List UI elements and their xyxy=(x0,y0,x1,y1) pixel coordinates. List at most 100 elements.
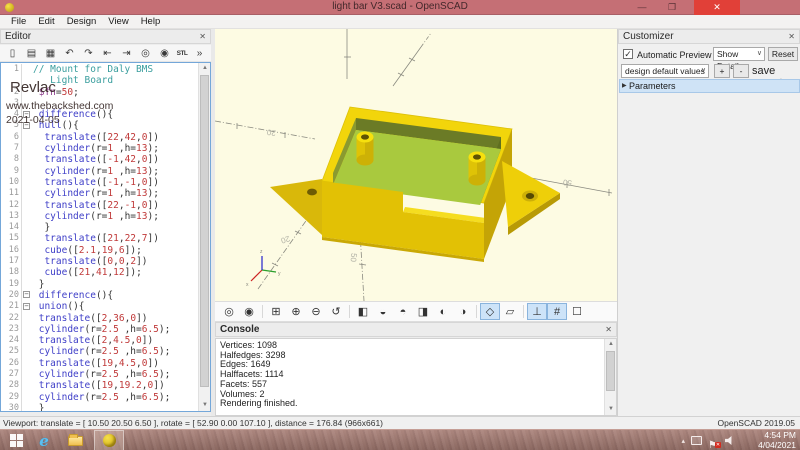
console-output[interactable]: Vertices: 1098Halfedges: 3298Edges: 1649… xyxy=(215,338,617,416)
menu-view[interactable]: View xyxy=(102,15,134,29)
code-editor[interactable]: 1// Mount for Daly BMS Light Board2 $fn=… xyxy=(0,62,211,412)
zoom-out-button[interactable]: ⊖ xyxy=(306,303,326,320)
scroll-down-icon[interactable]: ▼ xyxy=(605,404,617,415)
code-line[interactable]: 25 cylinder(r=2.5 ,h=6.5); xyxy=(1,346,197,357)
redo-button[interactable]: ↷ xyxy=(79,46,98,61)
render-button[interactable]: ◉ xyxy=(239,303,259,320)
reset-button[interactable]: Reset xyxy=(768,47,798,61)
code-line[interactable]: 2 $fn=50; xyxy=(1,87,197,98)
indent-button[interactable]: ⇥ xyxy=(117,46,136,61)
open-file-button[interactable]: ▤ xyxy=(22,46,41,61)
code-line[interactable]: 5− hull(){ xyxy=(1,120,197,131)
zoom-all-button[interactable]: ⊞ xyxy=(266,303,286,320)
code-line[interactable]: 20− difference(){ xyxy=(1,290,197,301)
code-line[interactable]: 24 translate([2,4.5,0]) xyxy=(1,335,197,346)
code-line[interactable]: 3 xyxy=(1,98,197,109)
export-stl-button[interactable]: STL xyxy=(174,46,190,61)
add-preset-button[interactable]: + xyxy=(714,64,730,78)
customizer-panel-header[interactable]: Customizer ✕ xyxy=(618,29,800,44)
scroll-down-icon[interactable]: ▼ xyxy=(199,400,211,411)
code-line[interactable]: Light Board xyxy=(1,75,197,86)
editor-scrollbar-thumb[interactable] xyxy=(200,75,209,387)
hidden-icons-button[interactable]: ▴ xyxy=(681,437,685,445)
reset-view-button[interactable]: ↺ xyxy=(326,303,346,320)
view-bottom-button[interactable]: ◓ xyxy=(393,303,413,320)
view-front-button[interactable]: ◐ xyxy=(433,303,453,320)
scroll-up-icon[interactable]: ▲ xyxy=(605,339,617,350)
menu-edit[interactable]: Edit xyxy=(32,15,60,29)
code-line[interactable]: 14 } xyxy=(1,222,197,233)
code-line[interactable]: 18 cube([21,41,12]); xyxy=(1,267,197,278)
file-explorer-taskbar-icon[interactable] xyxy=(62,430,88,450)
view-left-button[interactable]: ◨ xyxy=(413,303,433,320)
fold-icon[interactable]: − xyxy=(23,111,30,118)
fold-icon[interactable]: − xyxy=(23,122,30,129)
code-line[interactable]: 10 translate([-1,-1,0]) xyxy=(1,177,197,188)
parameters-group-row[interactable]: ▶ Parameters xyxy=(619,79,800,93)
code-line[interactable]: 21− union(){ xyxy=(1,301,197,312)
code-line[interactable]: 4− difference(){ xyxy=(1,109,197,120)
maximize-button[interactable]: ❐ xyxy=(658,0,686,15)
code-line[interactable]: 6 translate([22,42,0]) xyxy=(1,132,197,143)
minimize-button[interactable]: — xyxy=(628,0,656,15)
code-line[interactable]: 13 cylinder(r=1 ,h=13); xyxy=(1,211,197,222)
orthogonal-button[interactable]: ▱ xyxy=(500,303,520,320)
taskbar-clock[interactable]: 4:54 PM 4/04/2021 xyxy=(738,430,796,450)
preview-button[interactable]: ◎ xyxy=(136,46,155,61)
save-file-button[interactable]: ▦ xyxy=(41,46,60,61)
render-button[interactable]: ◉ xyxy=(155,46,174,61)
code-line[interactable]: 19 } xyxy=(1,279,197,290)
action-center-icon[interactable]: ⚑ ✕ xyxy=(708,435,719,447)
preset-dropdown[interactable]: design default values ∨ xyxy=(621,64,709,78)
unindent-button[interactable]: ⇤ xyxy=(98,46,117,61)
undo-button[interactable]: ↶ xyxy=(60,46,79,61)
new-file-button[interactable]: ▯ xyxy=(3,46,22,61)
code-line[interactable]: 27 cylinder(r=2.5 ,h=6.5); xyxy=(1,369,197,380)
code-line[interactable]: 29 cylinder(r=2.5 ,h=6.5); xyxy=(1,392,197,403)
preview-button[interactable]: ◎ xyxy=(219,303,239,320)
code-line[interactable]: 1// Mount for Daly BMS xyxy=(1,64,197,75)
zoom-in-button[interactable]: ⊕ xyxy=(286,303,306,320)
code-line[interactable]: 8 translate([-1,42,0]) xyxy=(1,154,197,165)
details-dropdown[interactable]: Show Details ∨ xyxy=(713,47,765,61)
title-bar[interactable]: light bar V3.scad - OpenSCAD — ❐ ✕ xyxy=(0,0,800,15)
openscad-taskbar-icon[interactable] xyxy=(94,430,124,450)
close-icon[interactable]: ✕ xyxy=(788,30,795,44)
code-line[interactable]: 26 translate([19,4.5,0]) xyxy=(1,358,197,369)
code-line[interactable]: 7 cylinder(r=1 ,h=13); xyxy=(1,143,197,154)
code-line[interactable]: 9 cylinder(r=1 ,h=13); xyxy=(1,166,197,177)
toolbar-overflow-button[interactable]: » xyxy=(190,46,209,61)
close-icon[interactable]: ✕ xyxy=(199,30,206,44)
show-scale-markers-button[interactable]: # xyxy=(547,303,567,320)
console-scrollbar[interactable]: ▲ ▼ xyxy=(604,339,616,415)
view-right-button[interactable]: ◧ xyxy=(353,303,373,320)
editor-panel-header[interactable]: Editor ✕ xyxy=(0,29,211,44)
volume-icon[interactable] xyxy=(725,436,734,445)
close-button[interactable]: ✕ xyxy=(694,0,740,15)
fold-icon[interactable]: − xyxy=(23,291,30,298)
view-top-button[interactable]: ◒ xyxy=(373,303,393,320)
code-line[interactable]: 17 translate([0,0,2]) xyxy=(1,256,197,267)
code-line[interactable]: 11 cylinder(r=1 ,h=13); xyxy=(1,188,197,199)
code-line[interactable]: 12 translate([22,-1,0]) xyxy=(1,200,197,211)
menu-file[interactable]: File xyxy=(5,15,32,29)
network-icon[interactable] xyxy=(691,436,702,445)
perspective-button[interactable]: ◇ xyxy=(480,303,500,320)
fold-icon[interactable]: − xyxy=(23,303,30,310)
console-scrollbar-thumb[interactable] xyxy=(606,351,615,391)
close-icon[interactable]: ✕ xyxy=(605,323,612,337)
internet-explorer-taskbar-icon[interactable]: e xyxy=(32,430,56,450)
viewport-3d-canvas[interactable]: x y z xyxy=(215,29,617,301)
view-back-button[interactable]: ◑ xyxy=(453,303,473,320)
start-button[interactable] xyxy=(6,430,26,450)
editor-scrollbar[interactable]: ▲ ▼ xyxy=(198,63,210,411)
code-line[interactable]: 22 translate([2,36,0]) xyxy=(1,313,197,324)
code-line[interactable]: 23 cylinder(r=2.5 ,h=6.5); xyxy=(1,324,197,335)
automatic-preview-checkbox[interactable]: ✓ xyxy=(623,49,633,59)
viewport-3d[interactable]: x y z 20205050 xyxy=(215,29,617,301)
code-line[interactable]: 28 translate([19,19.2,0]) xyxy=(1,380,197,391)
view-all-button[interactable]: ☐ xyxy=(567,303,587,320)
menu-design[interactable]: Design xyxy=(61,15,103,29)
code-line[interactable]: 16 cube([2.1,19,6]); xyxy=(1,245,197,256)
scroll-up-icon[interactable]: ▲ xyxy=(199,63,211,74)
